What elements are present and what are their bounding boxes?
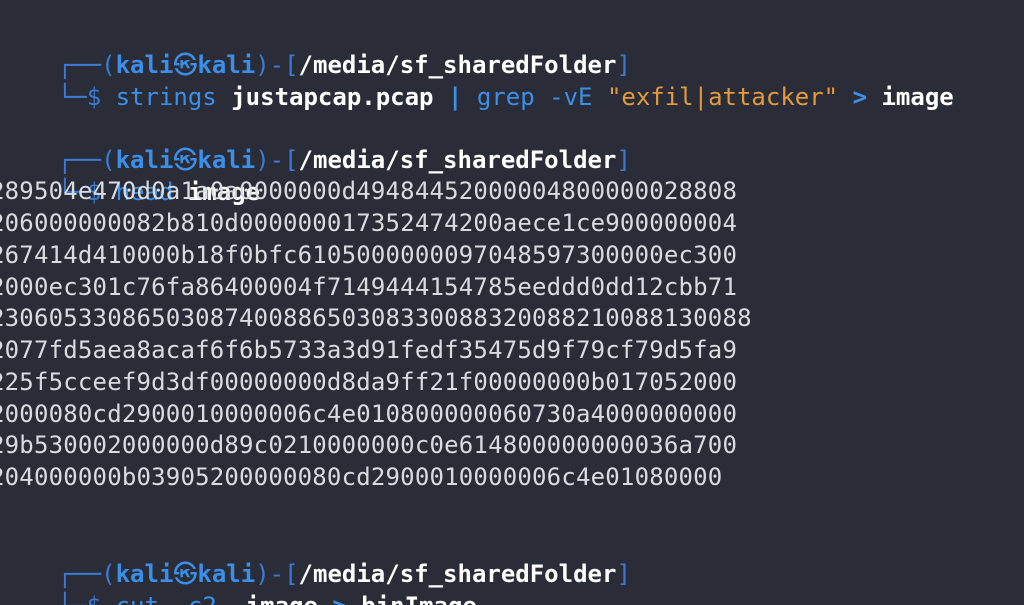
redirect-operator: >	[332, 592, 346, 605]
command-name: cut	[116, 592, 159, 605]
prompt-dollar: $	[87, 592, 101, 605]
prompt-bracket-open: )-[	[255, 146, 299, 174]
command-name: strings	[115, 83, 217, 111]
command-pattern: "exfil|attacker"	[606, 83, 839, 111]
command-line-2[interactable]: └─$ head image	[0, 144, 260, 206]
output-line: 267414d410000b18f0bfc6105000000097048597…	[0, 241, 738, 269]
output-line: 2000080cd2900010000006c4e010800000060730…	[0, 400, 738, 428]
prompt-line-2: ┌──(kali㉿kali)-[/media/sf_sharedFolder]	[0, 112, 631, 174]
command-flag: -vE	[549, 83, 593, 111]
prompt-corner-bottom: └─	[58, 592, 87, 605]
prompt-corner-bottom: └─	[57, 83, 87, 111]
output-line: 225f5cceef9d3df00000000d8da9ff21f0000000…	[0, 368, 738, 396]
output-line: 29b530002000000d89c0210000000c0e61480000…	[0, 431, 738, 459]
prompt-dollar: $	[86, 83, 102, 111]
output-line: 2306053308650308740088650308330088320088…	[0, 304, 752, 332]
command-arg: justapcap.pcap	[231, 83, 434, 111]
command-target: image	[881, 83, 954, 111]
prompt-line-1: ┌──(kali㉿kali)-[/media/sf_sharedFolder]	[0, 17, 631, 79]
pipe-operator: |	[447, 83, 463, 111]
redirect-operator: >	[852, 83, 868, 111]
prompt-bracket-close: ]	[616, 560, 631, 588]
command-line-3[interactable]: └─$ cut -c2- image > binImage	[0, 558, 477, 605]
output-line: 289504e470d0a1a0a0000000d494844520000048…	[0, 177, 738, 205]
command-flag: -c2-	[173, 592, 231, 605]
output-line: 206000000082b810d000000017352474200aece1…	[0, 209, 738, 237]
command-arg: image	[246, 592, 318, 605]
terminal-window[interactable]: ┌──(kali㉿kali)-[/media/sf_sharedFolder] …	[0, 0, 1024, 605]
command-line-1[interactable]: └─$ strings justapcap.pcap | grep -vE "e…	[0, 49, 954, 111]
output-line: 204000000b03905200000080cd2900010000006c…	[0, 463, 723, 491]
prompt-line-3: ┌──(kali㉿kali)-[/media/sf_sharedFolder]	[0, 526, 631, 588]
output-line: 2077fd5aea8acaf6f6b5733a3d91fedf35475d9f…	[0, 336, 738, 364]
prompt-path: /media/sf_sharedFolder	[298, 146, 617, 174]
command-name: grep	[476, 83, 535, 111]
prompt-bracket-close: ]	[616, 146, 631, 174]
command-target: binImage	[361, 592, 477, 605]
output-line: 2000ec301c76fa86400004f7149444154785eedd…	[0, 273, 738, 301]
